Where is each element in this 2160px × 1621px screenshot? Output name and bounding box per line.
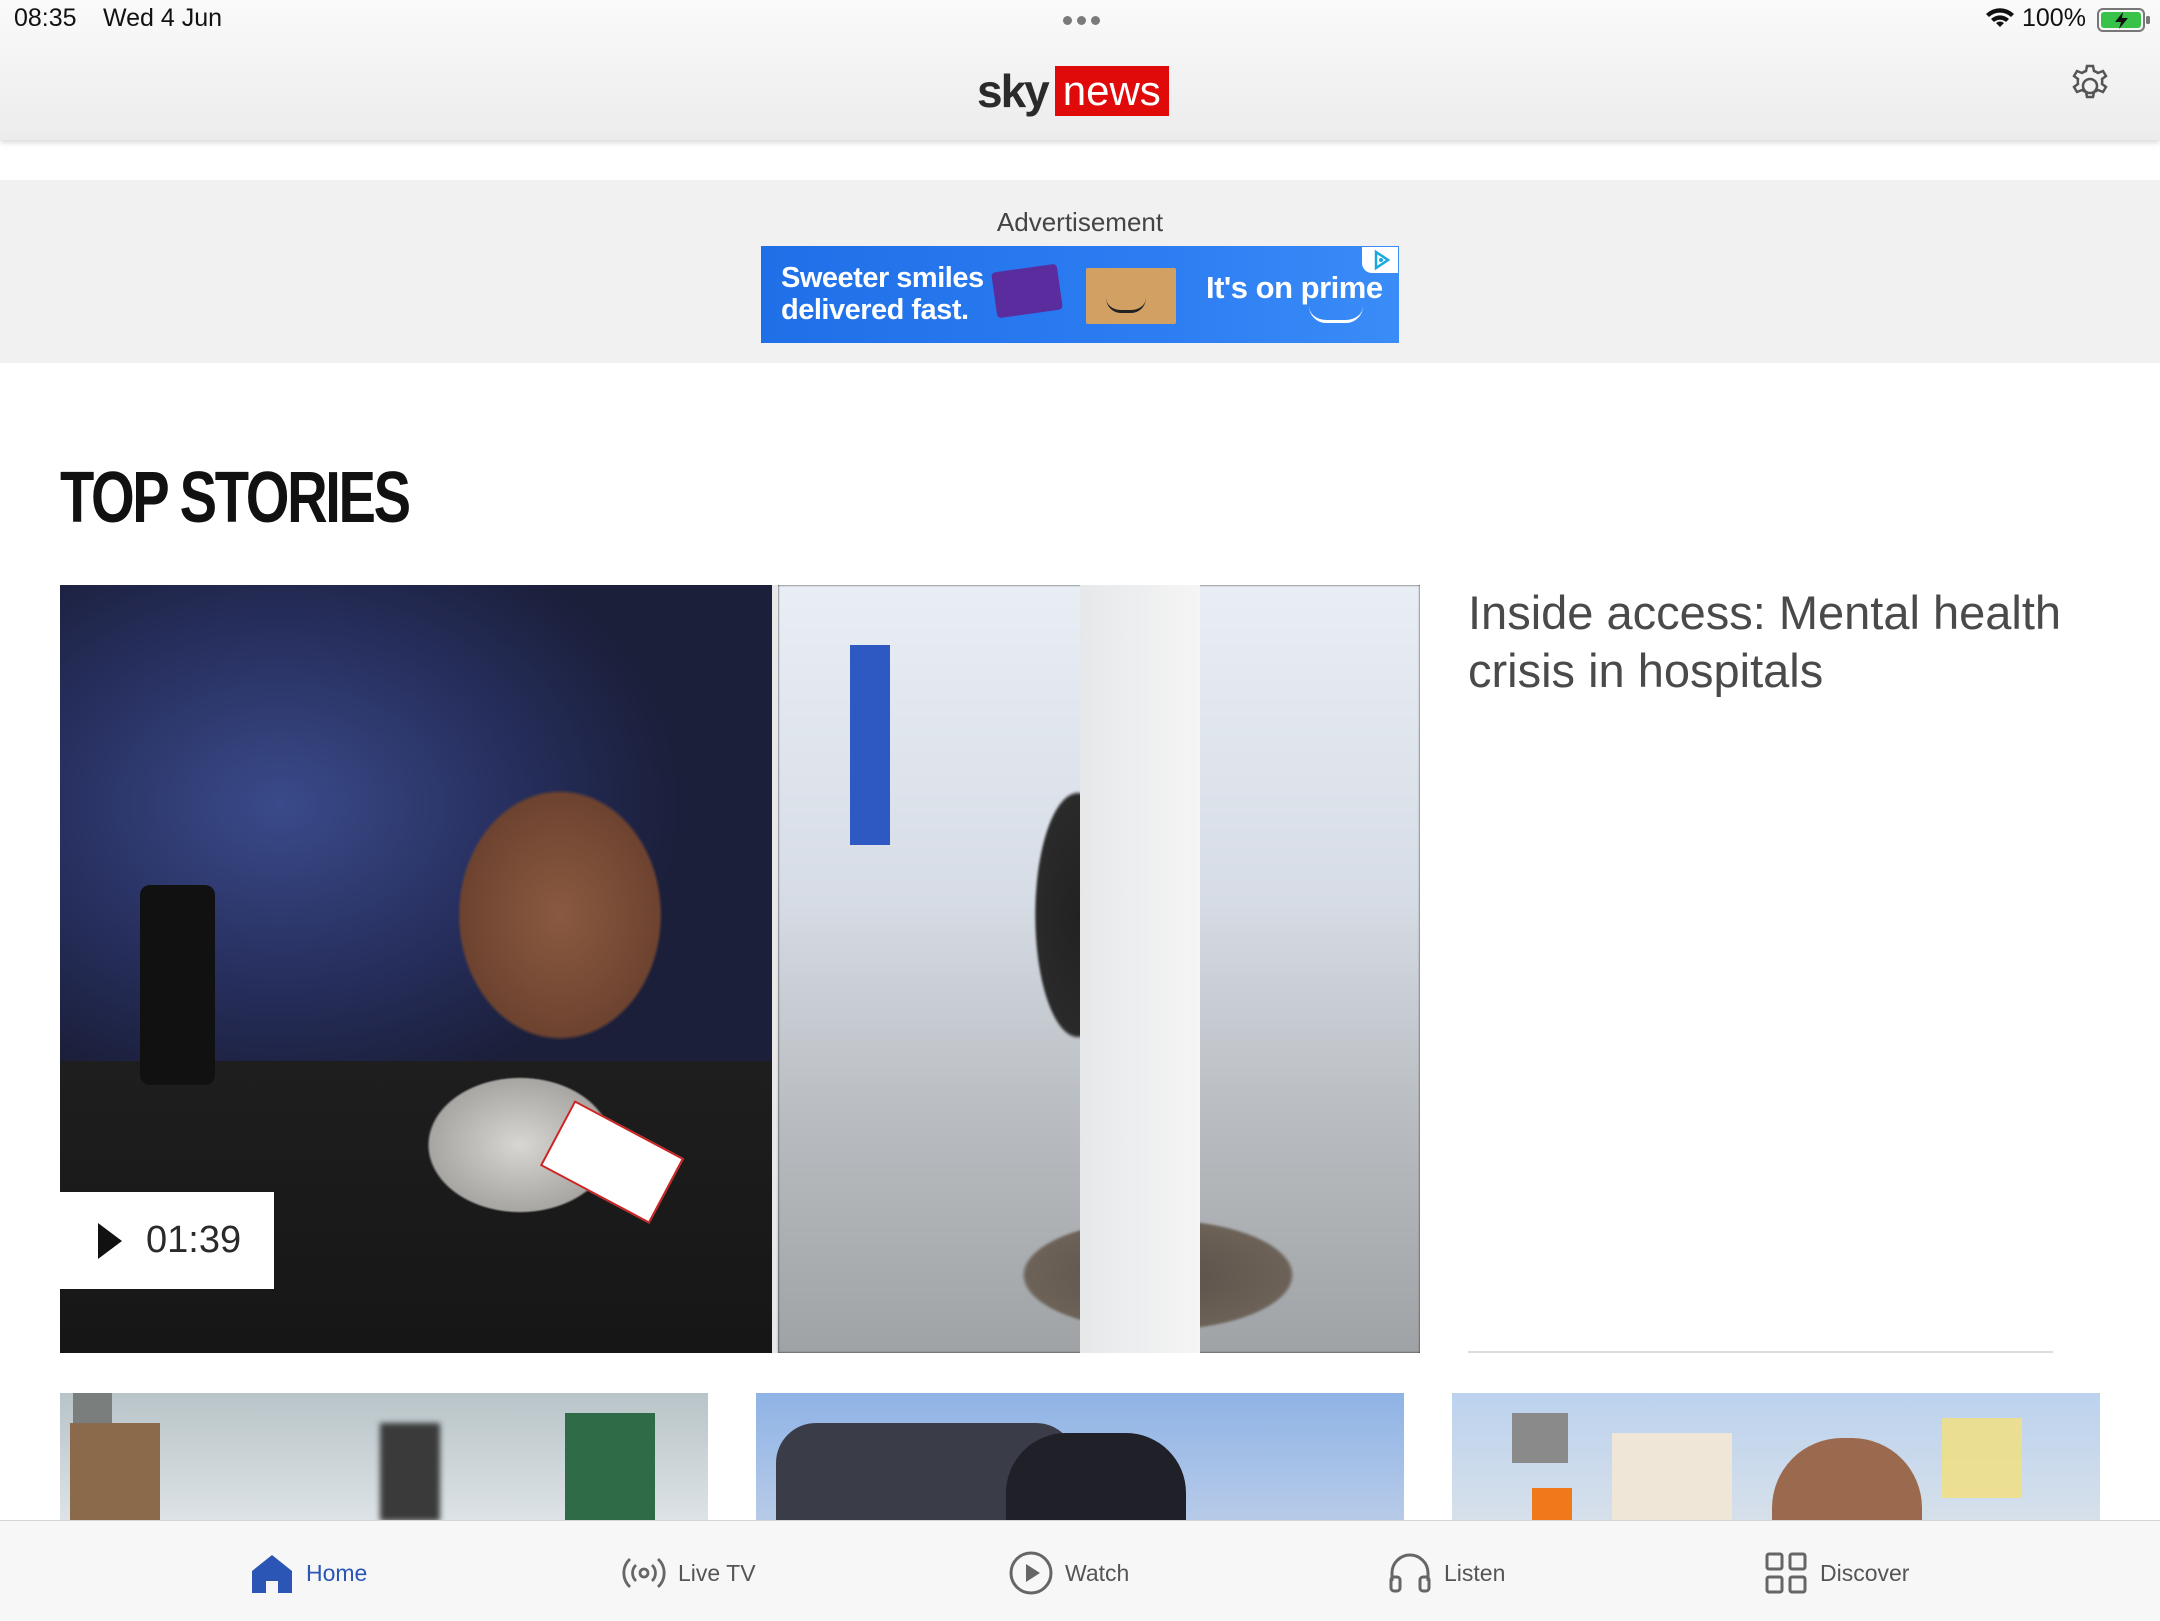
tab-label: Home bbox=[306, 1559, 368, 1586]
tab-live-tv[interactable]: Live TV bbox=[620, 1549, 756, 1597]
sky-news-logo: sky news bbox=[977, 66, 1169, 116]
grid-icon bbox=[1765, 1552, 1807, 1594]
ad-headline-line2: delivered fast. bbox=[781, 294, 969, 326]
tab-bar: Home Live TV Watch Listen Discover bbox=[0, 1520, 2160, 1621]
thumbnail-crowd-image bbox=[1006, 1433, 1186, 1521]
tab-listen[interactable]: Listen bbox=[1386, 1549, 1505, 1597]
corridor-door-image bbox=[850, 645, 890, 845]
section-title: TOP STORIES bbox=[60, 458, 411, 538]
thumbnail-shape-image bbox=[1942, 1418, 2022, 1498]
adchoices-icon[interactable] bbox=[1362, 247, 1398, 273]
tab-label: Watch bbox=[1065, 1559, 1130, 1586]
tab-discover[interactable]: Discover bbox=[1762, 1549, 1909, 1597]
story-thumbnail[interactable] bbox=[1452, 1393, 2100, 1521]
tab-label: Discover bbox=[1820, 1559, 1910, 1586]
lead-story-headline[interactable]: Inside access: Mental health crisis in h… bbox=[1468, 584, 2068, 700]
logo-news-text: news bbox=[1054, 66, 1169, 116]
logo-sky-text: sky bbox=[977, 65, 1050, 117]
broadcast-icon bbox=[622, 1557, 666, 1589]
headphones-icon bbox=[1389, 1553, 1431, 1593]
ad-headline-line1: Sweeter smiles bbox=[781, 262, 984, 294]
story-thumbnail[interactable] bbox=[756, 1393, 1404, 1521]
thumbnail-shape-image bbox=[1532, 1488, 1572, 1521]
video-duration-badge[interactable]: 01:39 bbox=[60, 1192, 274, 1289]
settings-gear-icon[interactable] bbox=[2066, 62, 2114, 110]
thumbnail-person-image bbox=[1772, 1438, 1922, 1521]
ad-banner[interactable]: Sweeter smiles delivered fast. It's on p… bbox=[761, 246, 1399, 343]
app-header: 08:35 Wed 4 Jun 100% sky news bbox=[0, 0, 2160, 140]
ad-box-image bbox=[1086, 268, 1176, 324]
battery-charging-icon bbox=[2097, 8, 2150, 32]
status-time: 08:35 bbox=[14, 4, 77, 32]
home-icon bbox=[252, 1555, 292, 1593]
status-date: Wed 4 Jun bbox=[103, 4, 223, 32]
ad-headline: Sweeter smiles delivered fast. bbox=[781, 262, 984, 326]
story-divider bbox=[1468, 1351, 2053, 1353]
ad-tagline: It's on prime bbox=[1206, 270, 1383, 305]
wifi-icon bbox=[1986, 8, 2014, 27]
thumbnail-shape-image bbox=[1612, 1433, 1732, 1521]
thumbnail-person-image bbox=[380, 1423, 440, 1521]
advertisement-label: Advertisement bbox=[996, 207, 1164, 237]
multitasking-dots-icon[interactable] bbox=[1059, 10, 1103, 30]
corridor-wall-image bbox=[1080, 585, 1200, 1353]
thumbnail-cabinet-image bbox=[565, 1413, 655, 1521]
battery-percentage: 100% bbox=[2022, 4, 2086, 32]
ad-product-image bbox=[991, 263, 1063, 319]
prime-smile-icon bbox=[1309, 306, 1363, 323]
video-duration: 01:39 bbox=[146, 1219, 242, 1261]
advertisement-section: Advertisement Sweeter smiles delivered f… bbox=[0, 180, 2160, 363]
thumbnail-poster-image bbox=[70, 1423, 160, 1521]
story-thumbnail[interactable] bbox=[60, 1393, 708, 1521]
play-icon bbox=[98, 1222, 122, 1259]
tab-label: Live TV bbox=[678, 1559, 756, 1586]
tab-label: Listen bbox=[1444, 1559, 1506, 1586]
tab-watch[interactable]: Watch bbox=[1007, 1549, 1129, 1597]
play-circle-icon bbox=[1009, 1551, 1053, 1595]
tab-home[interactable]: Home bbox=[248, 1549, 367, 1597]
radio-device-image bbox=[140, 885, 215, 1085]
thumbnail-shape-image bbox=[1512, 1413, 1568, 1463]
